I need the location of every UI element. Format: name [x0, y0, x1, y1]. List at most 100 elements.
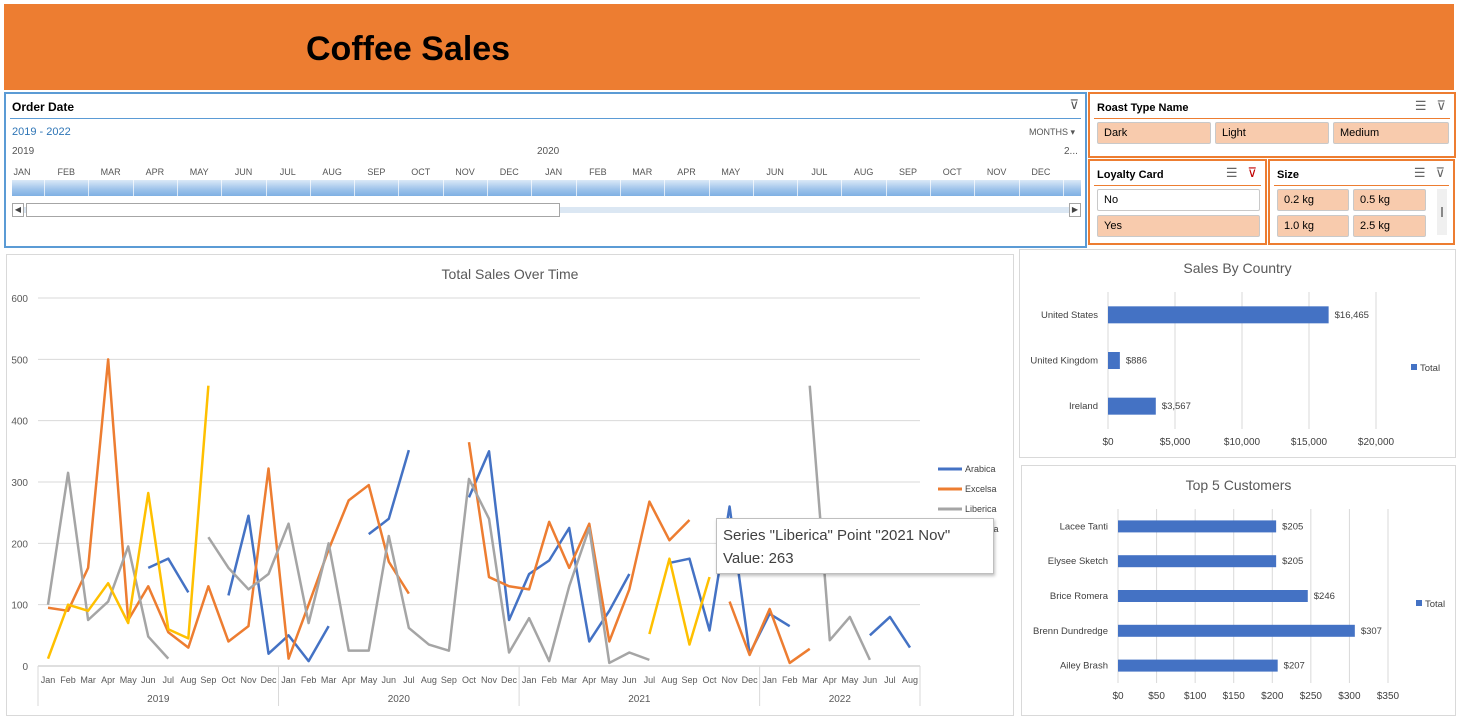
timeline-month-label[interactable]: FEB	[46, 167, 86, 177]
timeline-month-label[interactable]: FEB	[578, 167, 618, 177]
category-label: Lacee Tanti	[1060, 521, 1108, 532]
slicer-item-0-2kg[interactable]: 0.2 kg	[1277, 189, 1349, 211]
x-tick-label: Mar	[321, 675, 337, 685]
timeline-month-label[interactable]: JUN	[224, 167, 264, 177]
timeline-month-label[interactable]: MAY	[711, 167, 751, 177]
slicer-item-no[interactable]: No	[1097, 189, 1260, 211]
order-date-timeline[interactable]: Order Date ⊽ 2019 - 2022 MONTHS ▾ 2019 2…	[4, 92, 1087, 248]
line-chart[interactable]: 0100200300400500600Jan Feb Mar Apr May Jun Jul…	[6, 254, 1014, 716]
timeline-month-tick	[708, 180, 710, 196]
slicer-item-light[interactable]: Light	[1215, 122, 1329, 144]
roast-type-slicer[interactable]: Roast Type Name ☰ ⊽ Dark Light Medium	[1088, 92, 1456, 158]
timeline-month-label[interactable]: NOV	[977, 167, 1017, 177]
clear-filter-icon[interactable]: ⊽	[1436, 98, 1446, 113]
x-tick-label: $50	[1148, 691, 1165, 702]
x-tick-label: Aug	[902, 675, 918, 685]
slicer-item-dark[interactable]: Dark	[1097, 122, 1211, 144]
timeline-month-label[interactable]: SEP	[356, 167, 396, 177]
timeline-month-label[interactable]: SEP	[888, 167, 928, 177]
x-tick-label: $100	[1184, 691, 1207, 702]
x-tick-label: Jun	[863, 675, 878, 685]
customers-bar-chart[interactable]: $0 $50 $100 $150 $200 $250 $300 $350 Lacee Tanti…	[1021, 465, 1456, 716]
data-label: $3,567	[1162, 401, 1191, 412]
series-line-arabica	[869, 615, 912, 649]
timeline-month-tick	[265, 180, 267, 196]
x-tick-label: Apr	[101, 675, 115, 685]
timeline-month-label[interactable]: NOV	[445, 167, 485, 177]
data-label: $246	[1314, 591, 1335, 602]
loyalty-card-slicer[interactable]: Loyalty Card ☰ ⊽ No Yes	[1088, 159, 1267, 245]
timeline-month-tick	[176, 180, 178, 196]
legend-label: Total	[1420, 363, 1440, 374]
multi-select-icon[interactable]: ☰	[1414, 165, 1426, 180]
category-label: Brenn Dundredge	[1033, 626, 1108, 637]
timeline-month-tick	[930, 180, 931, 196]
timeline-month-label[interactable]: OCT	[401, 167, 441, 177]
timeline-month-label[interactable]: JUL	[268, 167, 308, 177]
slicer-divider	[1094, 185, 1261, 186]
timeline-month-label[interactable]: AUG	[844, 167, 884, 177]
legend-swatch	[1411, 364, 1417, 370]
timeline-month-label[interactable]: AUG	[312, 167, 352, 177]
clear-filter-icon[interactable]: ⊽	[1247, 165, 1257, 180]
x-tick-label: $20,000	[1358, 437, 1395, 448]
timeline-month-label[interactable]: DEC	[1021, 167, 1061, 177]
x-tick-label: Aug	[421, 675, 437, 685]
slicer-item-2-5kg[interactable]: 2.5 kg	[1353, 215, 1426, 237]
timeline-scrollbar[interactable]: ◀ ▶	[12, 203, 1081, 217]
data-label: $886	[1126, 356, 1147, 367]
bar	[1118, 590, 1308, 602]
bar	[1118, 520, 1277, 533]
x-tick-label: Dec	[501, 675, 518, 685]
data-label: $205	[1282, 556, 1303, 567]
x-tick-label: $0	[1102, 437, 1114, 448]
timeline-level-select[interactable]: MONTHS ▾	[1029, 127, 1075, 138]
y-tick-label: 600	[11, 294, 28, 305]
slicer-item-0-5kg[interactable]: 0.5 kg	[1353, 189, 1426, 211]
timeline-month-label[interactable]: MAR	[91, 167, 131, 177]
slicer-item-1-0kg[interactable]: 1.0 kg	[1277, 215, 1349, 237]
scroll-left-icon[interactable]: ◀	[12, 203, 24, 217]
multi-select-icon[interactable]: ☰	[1226, 165, 1238, 180]
timeline-month-label[interactable]: APR	[135, 167, 175, 177]
x-tick-label: May	[120, 675, 138, 685]
timeline-month-tick	[487, 180, 488, 196]
clear-filter-icon[interactable]: ⊽	[1435, 165, 1445, 180]
timeline-month-label[interactable]: MAR	[622, 167, 662, 177]
x-tick-label: $10,000	[1224, 437, 1261, 448]
timeline-month-label[interactable]: JAN	[2, 167, 42, 177]
bar	[1118, 659, 1278, 672]
timeline-month-label[interactable]: MAY	[179, 167, 219, 177]
x-tick-label: $150	[1223, 691, 1246, 702]
series-line-robusta	[46, 385, 210, 660]
timeline-month-label[interactable]: JUN	[755, 167, 795, 177]
scroll-right-icon[interactable]: ▶	[1069, 203, 1081, 217]
y-tick-label: 500	[11, 355, 28, 366]
timeline-month-tick	[531, 180, 533, 196]
scroll-thumb[interactable]	[26, 203, 560, 217]
legend-label: Liberica	[965, 504, 997, 514]
timeline-month-label[interactable]: OCT	[932, 167, 972, 177]
data-label: $205	[1282, 521, 1303, 532]
timeline-month-label[interactable]: DEC	[489, 167, 529, 177]
x-tick-label: Sep	[441, 675, 457, 685]
x-tick-label: Jun	[141, 675, 156, 685]
x-tick-label: Oct	[462, 675, 477, 685]
slicer-item-medium[interactable]: Medium	[1333, 122, 1449, 144]
x-tick-label: Jun	[382, 675, 397, 685]
slicer-item-yes[interactable]: Yes	[1097, 215, 1260, 237]
x-tick-label: Dec	[261, 675, 278, 685]
timeline-month-label[interactable]: APR	[667, 167, 707, 177]
x-tick-label: Jan	[281, 675, 296, 685]
country-bar-chart[interactable]: $0 $5,000 $10,000 $15,000 $20,000 United Stat…	[1019, 249, 1456, 458]
timeline-bar[interactable]	[12, 180, 1081, 196]
clear-filter-icon[interactable]: ⊽	[1069, 97, 1079, 113]
timeline-month-label[interactable]: JUL	[799, 167, 839, 177]
timeline-month-label[interactable]: JAN	[534, 167, 574, 177]
timeline-month-tick	[797, 180, 799, 196]
slicer-scrollbar[interactable]	[1437, 189, 1447, 235]
legend-label: Excelsa	[965, 484, 997, 494]
timeline-month-tick	[1018, 180, 1020, 196]
multi-select-icon[interactable]: ☰	[1415, 98, 1427, 113]
size-slicer[interactable]: Size ☰ ⊽ 0.2 kg 0.5 kg 1.0 kg 2.5 kg	[1268, 159, 1455, 245]
